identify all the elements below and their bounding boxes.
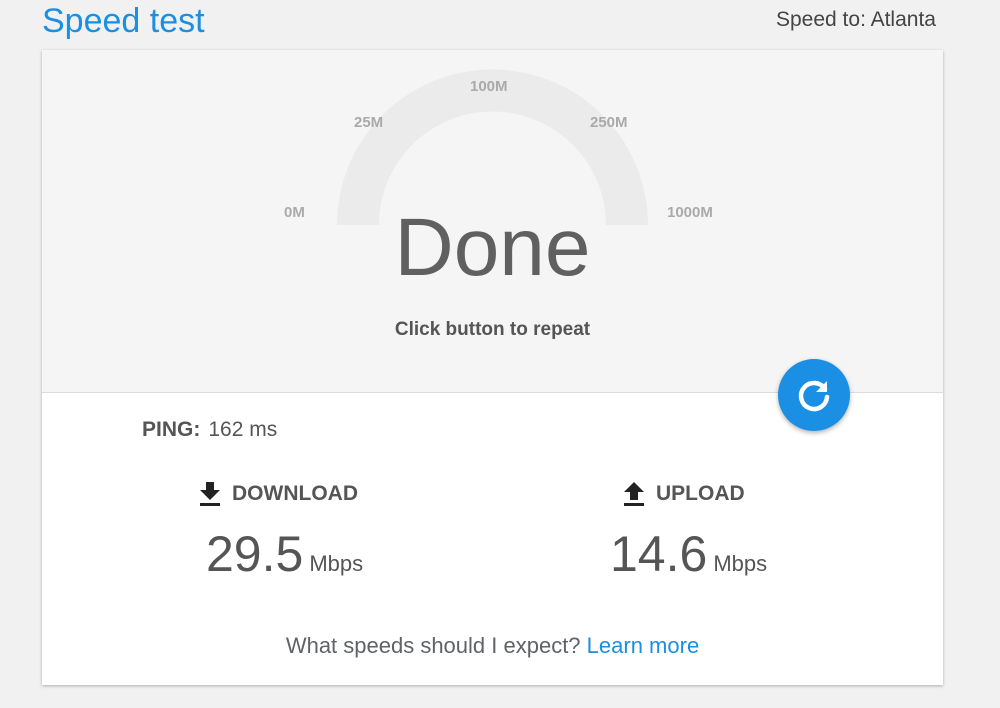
speed-to-location: Speed to: Atlanta (776, 8, 936, 31)
footer-question: What speeds should I expect? Learn more (42, 632, 943, 660)
page-title: Speed test (42, 2, 205, 40)
download-heading: DOWNLOAD (198, 480, 358, 508)
ping-label: PING: (142, 418, 201, 441)
upload-unit: Mbps (713, 551, 768, 576)
upload-icon (624, 482, 644, 506)
test-status: Done (394, 202, 591, 293)
ping-result: PING: 162 ms (142, 416, 277, 444)
download-value: 29.5 (206, 526, 304, 582)
download-label: DOWNLOAD (232, 482, 358, 505)
refresh-icon (798, 380, 830, 412)
footer-question-text: What speeds should I expect? (285, 633, 581, 658)
gauge-tick-250: 250M (590, 114, 628, 131)
ping-value: 162 ms (208, 418, 278, 441)
learn-more-link[interactable]: Learn more (587, 633, 700, 658)
upload-label: UPLOAD (656, 482, 745, 505)
download-unit: Mbps (309, 551, 364, 576)
gauge-tick-25: 25M (354, 114, 384, 131)
speed-test-card: 0M 25M 100M 250M 1000M Done Click button… (42, 50, 943, 685)
upload-value: 14.6 (610, 526, 708, 582)
gauge-tick-100: 100M (470, 78, 508, 95)
upload-result: 14.6 Mbps (610, 524, 767, 597)
repeat-button[interactable] (778, 359, 850, 431)
gauge-area: 0M 25M 100M 250M 1000M Done Click button… (42, 50, 943, 393)
download-icon (200, 482, 220, 506)
upload-heading: UPLOAD (622, 480, 745, 508)
repeat-hint: Click button to repeat (394, 319, 591, 340)
download-result: 29.5 Mbps (206, 524, 363, 597)
